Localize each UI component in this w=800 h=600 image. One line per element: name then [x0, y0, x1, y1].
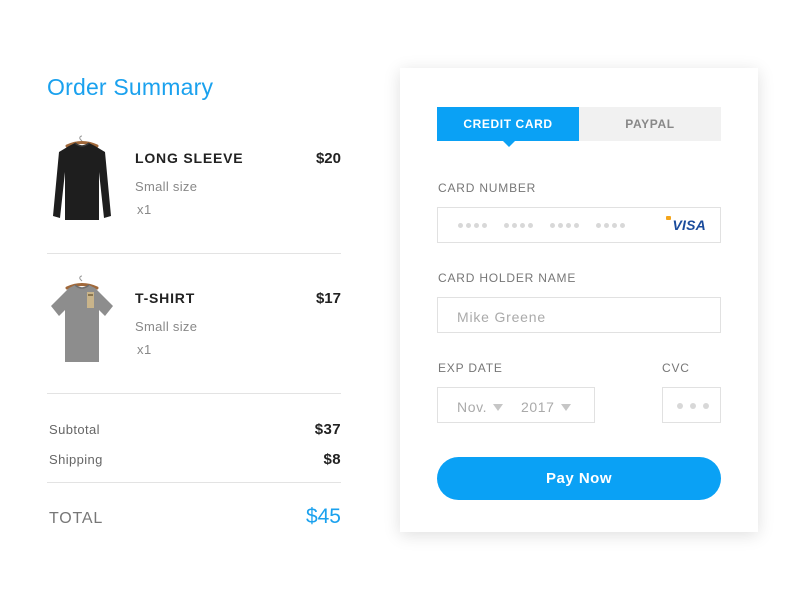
payment-card: CREDIT CARD PAYPAL CARD NUMBER VISA CARD…: [400, 68, 758, 532]
order-summary-title: Order Summary: [47, 74, 214, 100]
item-quantity: x1: [137, 202, 152, 217]
exp-date-label: EXP DATE: [438, 361, 503, 375]
cvc-mask: [677, 403, 716, 409]
exp-date-input: Nov. 2017: [437, 387, 595, 423]
order-item-long-sleeve: LONG SLEEVE $20 Small size x1: [47, 132, 341, 232]
chevron-down-icon: [493, 404, 504, 411]
item-name: T-SHIRT: [135, 290, 196, 306]
tab-paypal[interactable]: PAYPAL: [579, 107, 721, 141]
total-row: TOTAL $45: [49, 505, 341, 533]
pay-now-button[interactable]: Pay Now: [437, 457, 721, 500]
exp-year-select[interactable]: 2017: [521, 388, 571, 426]
total-value: $45: [305, 505, 341, 528]
item-size: Small size: [135, 179, 198, 194]
tab-credit-card[interactable]: CREDIT CARD: [437, 107, 579, 147]
order-summary: Order Summary LONG SLEEVE $20 Small size…: [47, 70, 341, 528]
total-label: TOTAL: [49, 510, 104, 527]
long-sleeve-shirt-image: [53, 135, 111, 220]
item-price: $17: [315, 290, 341, 307]
chevron-down-icon: [560, 404, 571, 411]
shipping-row: Shipping $8: [49, 451, 341, 468]
exp-year-value: 2017: [521, 399, 555, 415]
shipping-label: Shipping: [49, 452, 103, 467]
t-shirt-image: [51, 275, 113, 362]
card-number-mask: [458, 208, 642, 242]
exp-month-value: Nov.: [457, 399, 488, 415]
divider: [47, 482, 341, 483]
visa-accent: [666, 216, 671, 220]
item-size: Small size: [135, 319, 198, 334]
cvc-input[interactable]: [662, 387, 721, 423]
order-item-t-shirt: T-SHIRT $17 Small size x1: [47, 272, 341, 372]
payment-method-tabs: CREDIT CARD PAYPAL: [437, 107, 721, 147]
subtotal-row: Subtotal $37: [49, 421, 341, 438]
divider: [47, 393, 341, 394]
item-quantity: x1: [137, 342, 152, 357]
visa-logo-icon: VISA: [672, 217, 706, 233]
exp-month-select[interactable]: Nov.: [457, 388, 504, 426]
checkout-page: Order Summary LONG SLEEVE $20 Small size…: [0, 0, 800, 600]
card-number-input[interactable]: VISA: [437, 207, 721, 243]
subtotal-label: Subtotal: [49, 422, 100, 437]
card-holder-label: CARD HOLDER NAME: [438, 271, 577, 285]
item-name: LONG SLEEVE: [135, 150, 244, 166]
cvc-label: CVC: [662, 361, 690, 375]
card-number-label: CARD NUMBER: [438, 181, 537, 195]
subtotal-value: $37: [314, 421, 341, 438]
shipping-value: $8: [323, 451, 341, 468]
item-price: $20: [315, 150, 341, 167]
card-holder-input[interactable]: Mike Greene: [437, 297, 721, 333]
divider: [47, 253, 341, 254]
